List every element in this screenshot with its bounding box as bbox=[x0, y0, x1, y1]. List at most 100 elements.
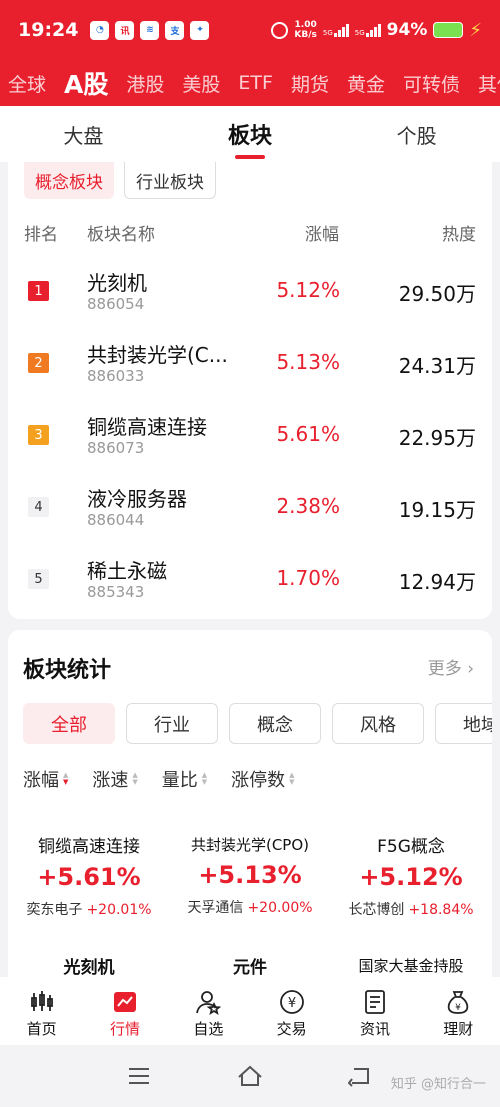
table-row[interactable]: 2 共封装光学(C... 886033 5.13% 24.31万 bbox=[8, 329, 492, 401]
header-heat[interactable]: 热度 bbox=[442, 220, 476, 245]
nav-news[interactable]: 资讯 bbox=[333, 977, 416, 1045]
tab-a-shares[interactable]: A股 bbox=[64, 65, 108, 101]
tab-gold[interactable]: 黄金 bbox=[347, 70, 385, 97]
sector-heat: 12.94万 bbox=[398, 570, 476, 594]
bottom-nav: 首页 行情 自选 ¥ 交易 资讯 ¥ 理财 bbox=[0, 977, 500, 1045]
stat-sector-name: 共封装光学(CPO) bbox=[190, 836, 310, 854]
tab-individual-stocks[interactable]: 个股 bbox=[333, 106, 500, 162]
yen-icon: ¥ bbox=[279, 990, 304, 1014]
nav-home[interactable]: 首页 bbox=[0, 977, 83, 1045]
stats-sort-row: 涨幅 ▲ ▼ 涨速 ▲ ▼ 量比 ▲ ▼ 涨停数 ▲ ▼ bbox=[23, 766, 295, 792]
header-change[interactable]: 涨幅 bbox=[305, 220, 339, 245]
nav-watchlist[interactable]: 自选 bbox=[167, 977, 250, 1045]
filter-concept[interactable]: 概念 bbox=[229, 703, 321, 744]
stat-cell[interactable]: 光刻机 bbox=[8, 953, 170, 977]
stat-sector-name: F5G概念 bbox=[377, 837, 445, 857]
stat-leader: 天孚通信 +20.00% bbox=[169, 897, 331, 917]
battery-icon bbox=[433, 22, 464, 38]
sort-limit-up[interactable]: 涨停数 ▲ ▼ bbox=[231, 766, 294, 792]
tab-convertible-bonds[interactable]: 可转债 bbox=[403, 70, 460, 97]
stat-sector-name: 铜缆高速连接 bbox=[38, 837, 140, 857]
sector-name: 稀土永磁 bbox=[87, 559, 167, 583]
sort-change[interactable]: 涨幅 ▲ ▼ bbox=[23, 766, 68, 792]
sector-change: 5.12% bbox=[276, 278, 340, 302]
sort-speed[interactable]: 涨速 ▲ ▼ bbox=[92, 766, 137, 792]
battery-percent: 94% bbox=[386, 20, 428, 40]
sector-type-pills: 概念板块 行业板块 bbox=[24, 162, 216, 199]
network-speed: 1.00 KB/s bbox=[294, 20, 316, 40]
filter-industry[interactable]: 行业 bbox=[126, 703, 218, 744]
tab-etf[interactable]: ETF bbox=[238, 72, 273, 94]
filter-region[interactable]: 地域 bbox=[435, 703, 492, 744]
stat-cell[interactable]: 国家大基金持股 bbox=[330, 953, 492, 976]
leader-name: 长芯博创 bbox=[348, 902, 405, 918]
tab-sectors[interactable]: 板块 bbox=[167, 106, 334, 162]
status-bar: 19:24 ◔ 讯 ≋ 支 ✦ 1.00 KB/s 5G 5G 94% ⚡ bbox=[0, 0, 500, 60]
sector-heat: 19.15万 bbox=[398, 498, 476, 522]
header-name: 板块名称 bbox=[87, 225, 155, 245]
stat-cell[interactable]: 元件 bbox=[169, 953, 331, 977]
concept-sector-pill[interactable]: 概念板块 bbox=[24, 162, 114, 199]
sort-desc-icon: ▲ ▼ bbox=[63, 771, 69, 786]
sort-change-label: 涨幅 bbox=[23, 770, 59, 791]
table-row[interactable]: 3 铜缆高速连接 886073 5.61% 22.95万 bbox=[8, 401, 492, 473]
tab-others[interactable]: 其他 bbox=[478, 70, 500, 97]
home-icon[interactable] bbox=[237, 1065, 263, 1087]
stat-sector-name: 国家大基金持股 bbox=[358, 957, 464, 975]
nav-market[interactable]: 行情 bbox=[83, 977, 166, 1045]
nav-wealth[interactable]: ¥ 理财 bbox=[417, 977, 500, 1045]
nav-trade[interactable]: ¥ 交易 bbox=[250, 977, 333, 1045]
back-icon[interactable] bbox=[348, 1065, 372, 1087]
status-app-icons: ◔ 讯 ≋ 支 ✦ bbox=[90, 20, 210, 40]
home-chart-icon bbox=[30, 991, 53, 1011]
filter-all[interactable]: 全部 bbox=[23, 703, 115, 744]
tab-global[interactable]: 全球 bbox=[8, 70, 46, 97]
sort-volume-ratio[interactable]: 量比 ▲ ▼ bbox=[162, 766, 207, 792]
sector-change: 2.38% bbox=[276, 494, 340, 518]
filter-style[interactable]: 风格 bbox=[332, 703, 424, 744]
stat-leader: 奕东电子 +20.01% bbox=[8, 899, 170, 919]
tab-overview[interactable]: 大盘 bbox=[0, 106, 167, 162]
leader-name: 天孚通信 bbox=[187, 900, 244, 916]
tab-us-stocks[interactable]: 美股 bbox=[182, 70, 220, 97]
leader-change: +20.01% bbox=[86, 902, 152, 918]
sector-heat: 29.50万 bbox=[398, 282, 476, 306]
watermark: 知乎 @知行合一 bbox=[390, 1077, 486, 1092]
stats-title: 板块统计 bbox=[23, 658, 112, 683]
table-row[interactable]: 5 稀土永磁 885343 1.70% 12.94万 bbox=[8, 545, 492, 617]
industry-sector-pill[interactable]: 行业板块 bbox=[124, 162, 216, 199]
network-speed-unit: KB/s bbox=[294, 30, 317, 40]
stat-leader: 长芯博创 +18.84% bbox=[330, 899, 492, 919]
sector-change: 5.13% bbox=[276, 350, 340, 374]
stat-cell[interactable]: 铜缆高速连接 +5.61% 奕东电子 +20.01% bbox=[8, 832, 170, 919]
rank-badge: 3 bbox=[28, 425, 49, 445]
tab-futures[interactable]: 期货 bbox=[291, 70, 329, 97]
menu-icon[interactable] bbox=[128, 1065, 150, 1087]
sector-name: 光刻机 bbox=[87, 271, 147, 295]
money-bag-icon: ¥ bbox=[448, 991, 469, 1014]
nav-news-label: 资讯 bbox=[359, 1020, 390, 1038]
sector-change: 1.70% bbox=[276, 566, 340, 590]
system-nav-bar: 知乎 @知行合一 bbox=[0, 1045, 500, 1107]
sector-code: 885343 bbox=[87, 583, 145, 601]
table-row[interactable]: 1 光刻机 886054 5.12% 29.50万 bbox=[8, 257, 492, 329]
sector-code: 886054 bbox=[87, 295, 145, 313]
tab-hk-stocks[interactable]: 港股 bbox=[126, 70, 164, 97]
stats-more-link[interactable]: 更多 › bbox=[428, 654, 474, 679]
sector-heat: 24.31万 bbox=[398, 354, 476, 378]
sector-ranking-card: 概念板块 行业板块 排名 板块名称 涨幅 热度 1 光刻机 886054 5.1… bbox=[8, 162, 492, 619]
status-time: 19:24 bbox=[18, 19, 79, 41]
leader-change: +18.84% bbox=[408, 902, 474, 918]
news-app-icon: 讯 bbox=[115, 20, 135, 40]
user-star-icon bbox=[196, 991, 222, 1015]
sector-name: 液冷服务器 bbox=[87, 487, 187, 511]
stats-more-label: 更多 bbox=[427, 659, 462, 679]
market-icon bbox=[113, 992, 136, 1012]
stat-cell[interactable]: F5G概念 +5.12% 长芯博创 +18.84% bbox=[330, 832, 492, 919]
nav-watchlist-label: 自选 bbox=[193, 1020, 224, 1038]
stat-cell[interactable]: 共封装光学(CPO) +5.13% 天孚通信 +20.00% bbox=[169, 832, 331, 917]
sort-speed-label: 涨速 bbox=[92, 770, 129, 791]
header-rank: 排名 bbox=[24, 225, 58, 245]
network-speed-value: 1.00 bbox=[294, 20, 317, 30]
table-row[interactable]: 4 液冷服务器 886044 2.38% 19.15万 bbox=[8, 473, 492, 545]
